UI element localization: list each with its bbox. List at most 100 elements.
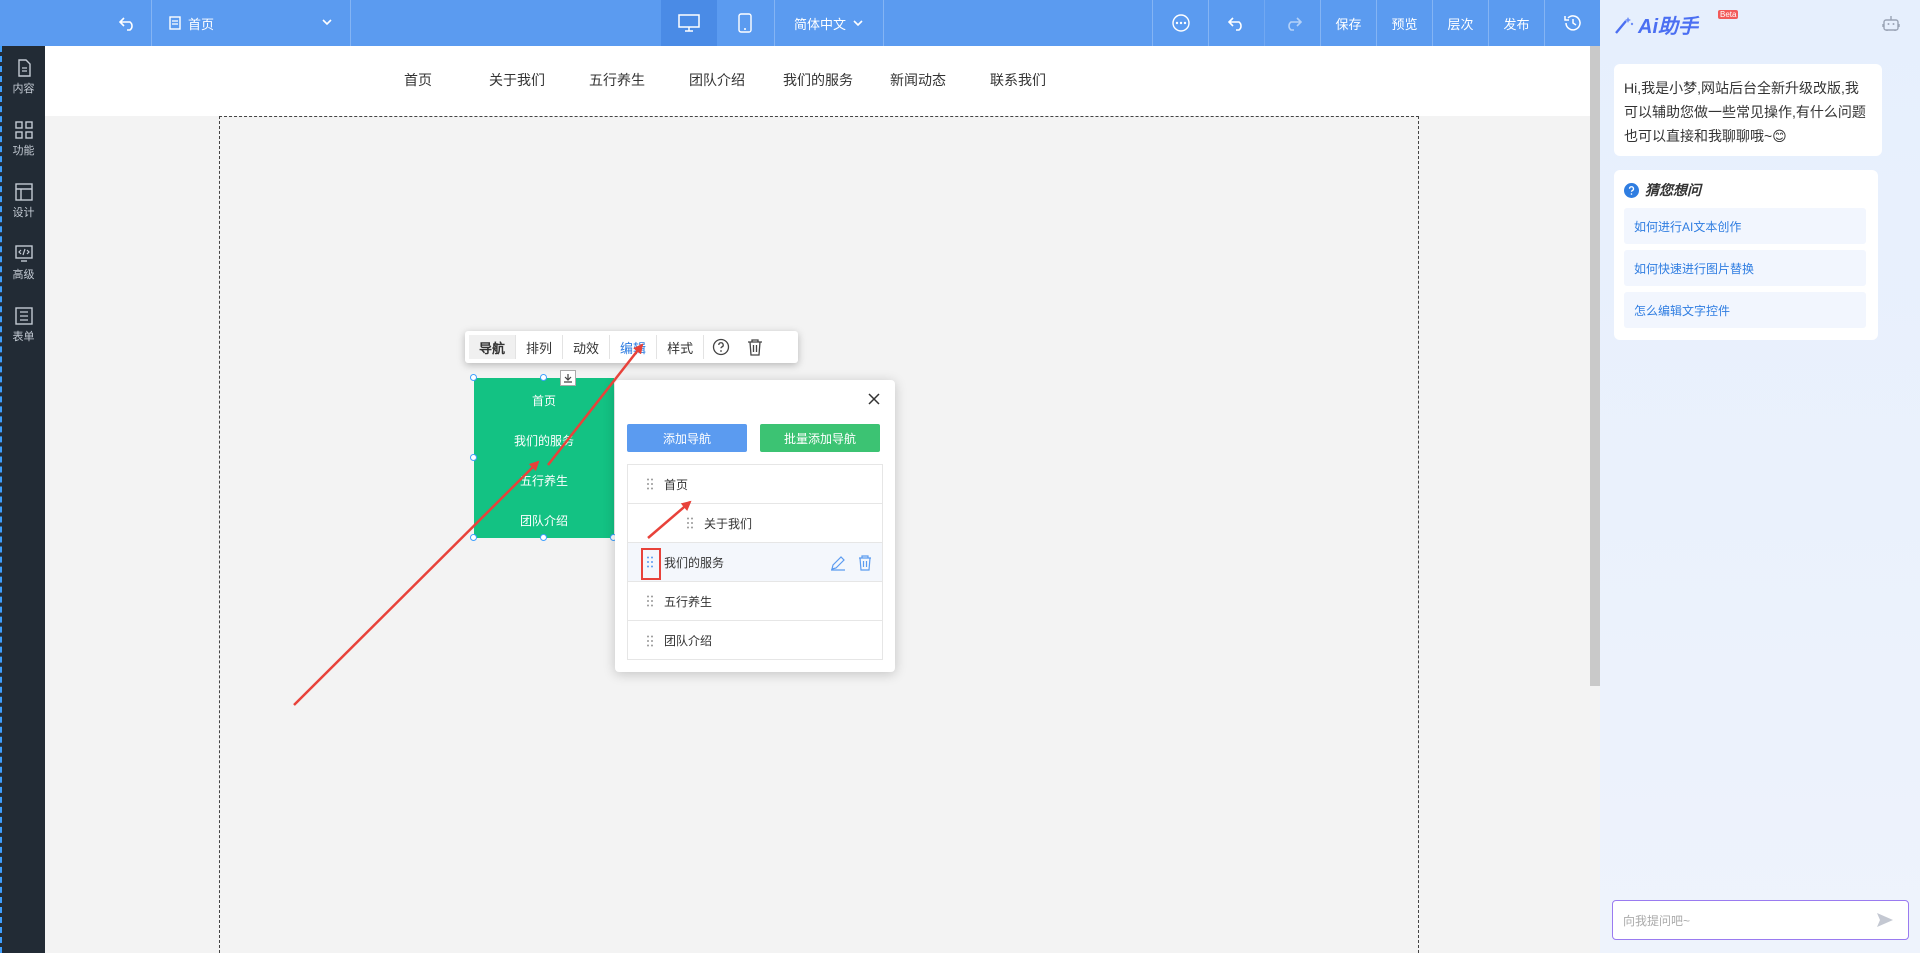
help-button[interactable] bbox=[704, 335, 738, 359]
site-nav-item[interactable]: 五行养生 bbox=[589, 70, 645, 90]
save-button[interactable]: 保存 bbox=[1320, 0, 1376, 46]
chevron-down-icon bbox=[322, 19, 332, 26]
suggested-question[interactable]: 怎么编辑文字控件 bbox=[1624, 292, 1866, 328]
module-nav-item: 团队介绍 bbox=[519, 514, 568, 528]
more-button[interactable] bbox=[1152, 0, 1208, 46]
toolbar-arrange-button[interactable]: 排列 bbox=[516, 335, 564, 359]
send-icon bbox=[1877, 913, 1893, 927]
nav-item-label: 首页 bbox=[664, 477, 689, 492]
history-icon bbox=[1563, 15, 1581, 31]
trash-icon bbox=[748, 339, 763, 356]
layers-button[interactable]: 层次 bbox=[1432, 0, 1488, 46]
resize-handle[interactable] bbox=[470, 454, 477, 461]
top-toolbar: 首页 简体中文 保存 预览 层次 发布 bbox=[0, 0, 1600, 46]
site-nav-item[interactable]: 我们的服务 bbox=[783, 70, 853, 90]
ai-logo: Ai助手 bbox=[1614, 10, 1698, 39]
page-name: 首页 bbox=[188, 16, 215, 32]
ai-input-placeholder: 向我提问吧~ bbox=[1623, 913, 1691, 928]
page-selector[interactable]: 首页 bbox=[151, 0, 351, 46]
toolbar-animation-button[interactable]: 动效 bbox=[563, 335, 611, 359]
drag-handle-icon[interactable] bbox=[644, 477, 656, 491]
nav-item-label: 团队介绍 bbox=[664, 634, 713, 648]
resize-handle[interactable] bbox=[540, 374, 547, 381]
sidebar-item-label: 设计 bbox=[12, 206, 35, 219]
site-nav-item[interactable]: 新闻动态 bbox=[890, 70, 946, 90]
edit-item-button[interactable] bbox=[830, 555, 846, 574]
send-button[interactable] bbox=[1876, 912, 1894, 931]
list-item[interactable]: 关于我们 bbox=[628, 504, 882, 543]
chevron-down-icon bbox=[853, 20, 863, 27]
page-icon bbox=[169, 16, 181, 30]
redo-button[interactable] bbox=[1264, 0, 1320, 46]
ai-robot-button[interactable] bbox=[1882, 14, 1900, 35]
suggested-title: 猜您想问 bbox=[1624, 180, 1701, 200]
sidebar-item-functions[interactable]: 功能 bbox=[2, 108, 45, 170]
site-nav-item[interactable]: 团队介绍 bbox=[689, 70, 745, 90]
language-selector[interactable]: 简体中文 bbox=[774, 0, 884, 46]
sidebar-item-form[interactable]: 表单 bbox=[2, 294, 45, 356]
close-icon bbox=[868, 393, 880, 405]
layout-icon bbox=[14, 182, 33, 201]
desktop-view-button[interactable] bbox=[661, 0, 717, 46]
suggested-question[interactable]: 如何快速进行图片替换 bbox=[1624, 250, 1866, 286]
resize-handle[interactable] bbox=[470, 374, 477, 381]
module-nav-item: 五行养生 bbox=[519, 474, 568, 488]
list-item[interactable]: 团队介绍 bbox=[628, 621, 882, 660]
vertical-scrollbar[interactable] bbox=[1590, 46, 1600, 686]
add-nav-button[interactable]: 添加导航 bbox=[627, 424, 747, 452]
grid-icon bbox=[14, 120, 33, 139]
download-arrow-icon bbox=[564, 374, 572, 383]
trash-icon bbox=[859, 555, 871, 571]
pencil-icon bbox=[831, 556, 845, 571]
nav-edit-popup: 添加导航 批量添加导航 首页 关于我们 我们的服务 五行养生 团队介绍 bbox=[615, 380, 895, 672]
resize-handle[interactable] bbox=[540, 534, 547, 541]
history-button[interactable] bbox=[1544, 0, 1600, 46]
sidebar-item-content[interactable]: 内容 bbox=[2, 46, 45, 108]
drag-handle-icon[interactable] bbox=[644, 634, 656, 648]
suggested-question[interactable]: 如何进行AI文本创作 bbox=[1624, 208, 1866, 244]
sidebar-item-label: 表单 bbox=[12, 330, 35, 343]
module-nav-item: 首页 bbox=[531, 394, 556, 408]
sidebar-item-label: 内容 bbox=[12, 82, 35, 95]
sidebar-item-label: 高级 bbox=[12, 268, 35, 281]
sidebar-item-label: 功能 bbox=[12, 144, 35, 157]
beta-badge: Beta bbox=[1718, 10, 1739, 19]
toolbar-edit-button[interactable]: 编辑 bbox=[610, 335, 658, 359]
ai-title: Ai助手 bbox=[1638, 16, 1698, 38]
question-icon bbox=[712, 338, 730, 356]
toolbar-nav-button[interactable]: 导航 bbox=[469, 335, 517, 359]
close-button[interactable] bbox=[865, 390, 883, 408]
list-item[interactable]: 五行养生 bbox=[628, 582, 882, 621]
site-nav-item[interactable]: 关于我们 bbox=[489, 70, 545, 90]
suggested-title-text: 猜您想问 bbox=[1645, 182, 1701, 198]
resize-handle[interactable] bbox=[470, 534, 477, 541]
ai-assistant-panel: Ai助手 Beta Hi,我是小梦,网站后台全新升级改版,我可以辅助您做一些常见… bbox=[1600, 0, 1920, 953]
monitor-icon bbox=[678, 14, 700, 32]
publish-button[interactable]: 发布 bbox=[1488, 0, 1544, 46]
undo-button[interactable] bbox=[1208, 0, 1264, 46]
site-nav-item[interactable]: 联系我们 bbox=[990, 70, 1046, 90]
undo-arrow-icon bbox=[119, 17, 133, 31]
drag-handle-icon[interactable] bbox=[684, 516, 696, 530]
delete-item-button[interactable] bbox=[858, 555, 872, 574]
ai-question-input[interactable]: 向我提问吧~ bbox=[1612, 900, 1909, 940]
mobile-view-button[interactable] bbox=[717, 0, 773, 46]
module-toolbar: 导航 排列 动效 编辑 样式 bbox=[465, 331, 798, 363]
question-circle-icon bbox=[1624, 182, 1639, 198]
site-nav-item[interactable]: 首页 bbox=[404, 70, 432, 90]
back-button[interactable] bbox=[112, 12, 144, 34]
language-label: 简体中文 bbox=[793, 16, 846, 32]
batch-add-nav-button[interactable]: 批量添加导航 bbox=[760, 424, 880, 452]
list-item[interactable]: 我们的服务 bbox=[628, 543, 882, 582]
delete-module-button[interactable] bbox=[738, 335, 772, 359]
sidebar-item-advanced[interactable]: 高级 bbox=[2, 232, 45, 294]
list-item[interactable]: 首页 bbox=[628, 465, 882, 504]
anchor-button[interactable] bbox=[560, 370, 576, 386]
phone-icon bbox=[738, 13, 752, 33]
drag-handle-icon[interactable] bbox=[644, 594, 656, 608]
toolbar-style-button[interactable]: 样式 bbox=[657, 335, 705, 359]
preview-button[interactable]: 预览 bbox=[1376, 0, 1432, 46]
ai-greeting-message: Hi,我是小梦,网站后台全新升级改版,我可以辅助您做一些常见操作,有什么问题也可… bbox=[1614, 64, 1882, 156]
sidebar-item-design[interactable]: 设计 bbox=[2, 170, 45, 232]
nav-module-preview[interactable]: 首页 我们的服务 五行养生 团队介绍 bbox=[470, 374, 617, 541]
